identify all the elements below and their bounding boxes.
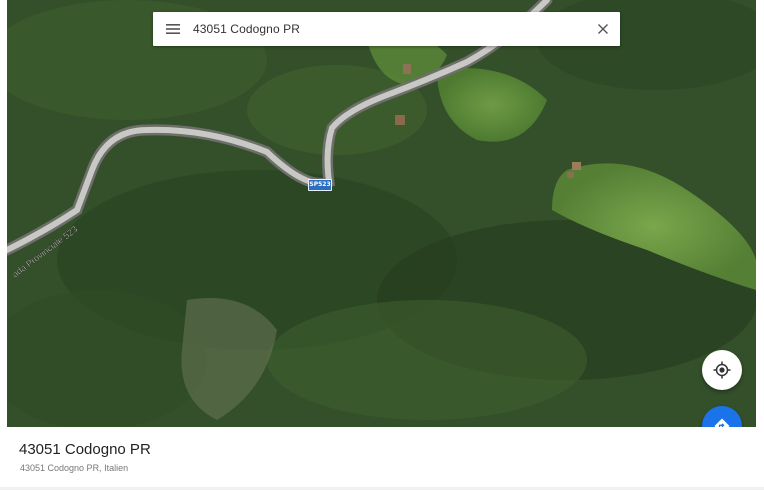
close-icon[interactable]: [586, 12, 620, 46]
place-title: 43051 Codogno PR: [19, 441, 151, 458]
search-bar[interactable]: 43051 Codogno PR: [153, 12, 620, 46]
panel-divider: [0, 487, 764, 490]
place-info-panel[interactable]: 43051 Codogno PR 43051 Codogno PR, Itali…: [0, 427, 764, 492]
satellite-imagery: ada Provinciale 523: [7, 0, 756, 427]
search-input[interactable]: 43051 Codogno PR: [193, 22, 586, 36]
road-shield-badge: SP523: [308, 179, 332, 191]
place-address: 43051 Codogno PR, Italien: [20, 463, 129, 473]
my-location-icon: [713, 361, 731, 379]
my-location-button[interactable]: [702, 350, 742, 390]
maps-app: ada Provinciale 523 SP523 43051 Codogno …: [0, 0, 764, 492]
satellite-map[interactable]: ada Provinciale 523 SP523: [7, 0, 756, 427]
menu-icon[interactable]: [153, 12, 193, 46]
